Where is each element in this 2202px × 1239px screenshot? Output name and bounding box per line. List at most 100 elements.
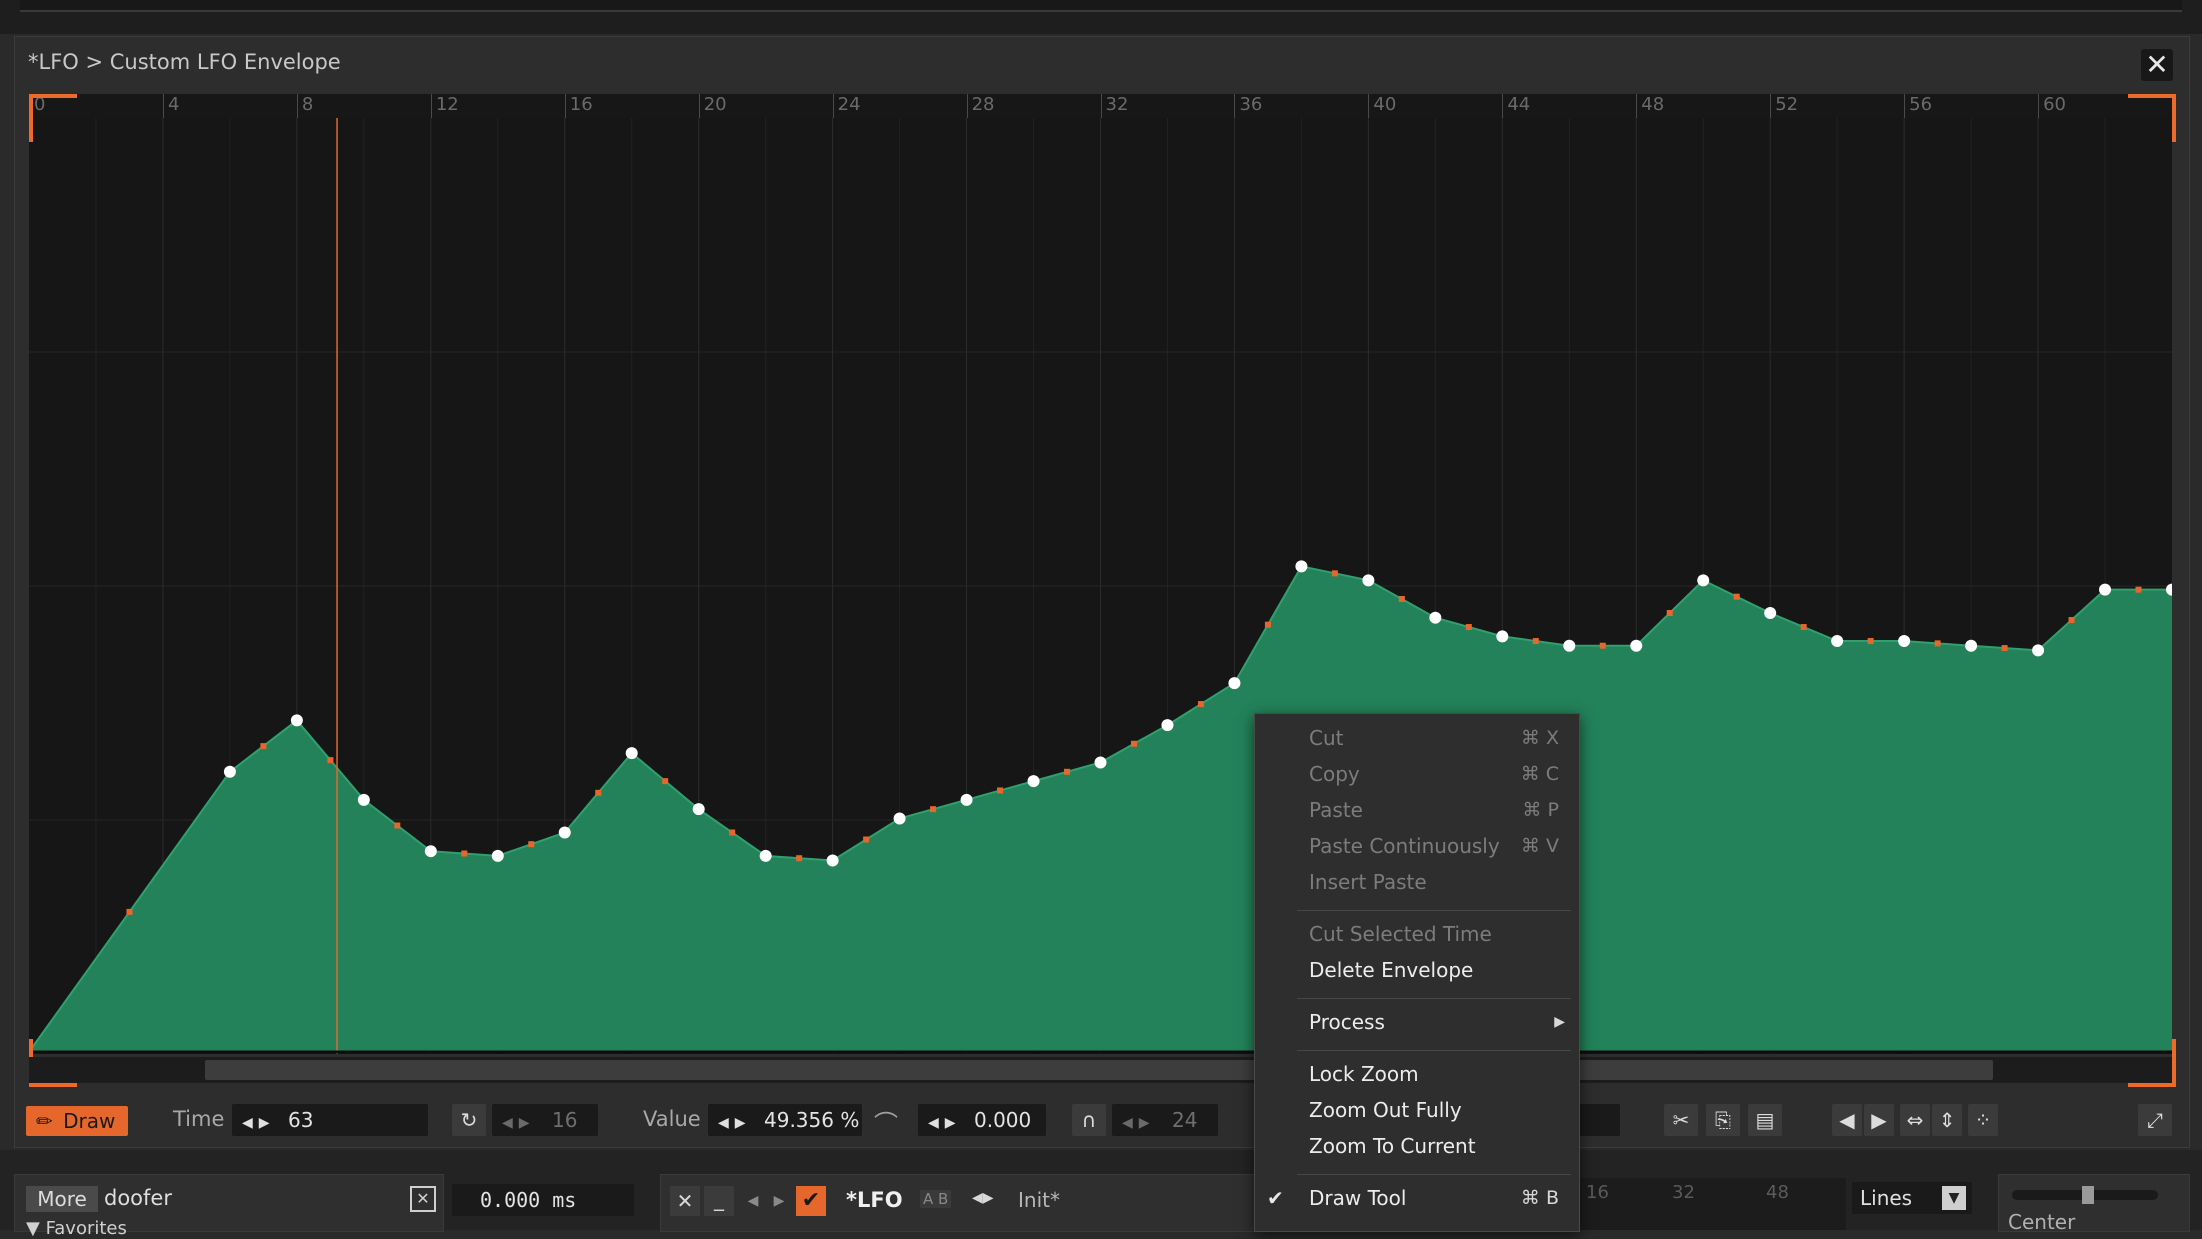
envelope-point[interactable]: [1027, 775, 1040, 788]
envelope-point[interactable]: [223, 765, 236, 778]
curve-handle[interactable]: [1867, 638, 1874, 645]
curve-handle[interactable]: [1599, 642, 1606, 649]
preset-nav-icon[interactable]: ◀▶: [972, 1190, 994, 1206]
envelope-point[interactable]: [558, 826, 571, 839]
envelope-point[interactable]: [491, 849, 504, 862]
curve-handle[interactable]: [930, 806, 937, 813]
envelope-point[interactable]: [625, 747, 638, 760]
curve-handle[interactable]: [1666, 610, 1673, 617]
delay-field[interactable]: 0.000 ms: [452, 1184, 634, 1216]
collapse-icon[interactable]: _: [704, 1186, 734, 1216]
curve-handle[interactable]: [2068, 617, 2075, 624]
curve-handle[interactable]: [461, 850, 468, 857]
curve-handle[interactable]: [1934, 640, 1941, 647]
envelope-point[interactable]: [357, 793, 370, 806]
more-button[interactable]: More: [26, 1186, 98, 1212]
curve-handle[interactable]: [260, 743, 267, 750]
center-slider-thumb[interactable]: [2082, 1186, 2094, 1204]
next-icon[interactable]: ▶: [766, 1186, 792, 1216]
envelope-point[interactable]: [960, 793, 973, 806]
grid-snap-toggle-icon[interactable]: ↻: [452, 1104, 486, 1136]
value-field[interactable]: ◀▶ 49.356 %: [708, 1104, 862, 1136]
time-field[interactable]: ◀▶ 63: [232, 1104, 428, 1136]
curve-handle[interactable]: [1532, 638, 1539, 645]
envelope-point[interactable]: [424, 845, 437, 858]
paste-icon[interactable]: ▤: [1748, 1104, 1782, 1136]
nudge-left-icon[interactable]: ◀: [1832, 1104, 1862, 1136]
envelope-point[interactable]: [1697, 574, 1710, 587]
prev-icon[interactable]: ◀: [740, 1186, 766, 1216]
loop-end-bracket[interactable]: [2128, 94, 2176, 142]
envelope-point[interactable]: [1295, 560, 1308, 573]
stretch-horizontal-icon[interactable]: ⇔: [1900, 1104, 1930, 1136]
curve-handle[interactable]: [327, 757, 334, 764]
horizontal-scrollbar[interactable]: [29, 1057, 2172, 1083]
envelope-point[interactable]: [1362, 574, 1375, 587]
stepper-arrows-icon[interactable]: ◀▶: [928, 1115, 962, 1131]
envelope-point[interactable]: [1496, 630, 1509, 643]
time-ruler[interactable]: 0 4 8 12 16 20 24 28 32 36 40 44 48 52 56 60: [29, 94, 2172, 118]
envelope-point[interactable]: [692, 803, 705, 816]
mode-dropdown[interactable]: Lines ▼: [1852, 1182, 1972, 1214]
envelope-point[interactable]: [826, 854, 839, 867]
expand-icon[interactable]: ⤢: [2138, 1104, 2172, 1136]
randomize-icon[interactable]: ⁘: [1968, 1104, 1998, 1136]
stretch-vertical-icon[interactable]: ⇕: [1932, 1104, 1962, 1136]
curve-handle[interactable]: [1465, 624, 1472, 631]
envelope-point[interactable]: [893, 812, 906, 825]
envelope-point[interactable]: [1228, 677, 1241, 690]
mini-envelope-preview[interactable]: 16 32 48: [1580, 1178, 1846, 1230]
copy-icon[interactable]: ⎘: [1706, 1104, 1740, 1136]
curve-handle[interactable]: [528, 841, 535, 848]
stepper-arrows-icon[interactable]: ◀▶: [718, 1115, 752, 1131]
envelope-point[interactable]: [290, 714, 303, 727]
curve-handle[interactable]: [997, 787, 1004, 794]
magnet-icon[interactable]: ∩: [1072, 1104, 1106, 1136]
envelope-point[interactable]: [1831, 635, 1844, 648]
curve-handle[interactable]: [1331, 570, 1338, 577]
hidden-field[interactable]: [1578, 1104, 1620, 1136]
preset-name[interactable]: Init*: [1018, 1188, 1060, 1212]
envelope-point[interactable]: [2099, 583, 2112, 596]
curve-handle[interactable]: [1733, 593, 1740, 600]
stepper-arrows-icon[interactable]: ◀▶: [1122, 1115, 1156, 1131]
scissors-icon[interactable]: ✂: [1664, 1104, 1698, 1136]
draw-tool-button[interactable]: ✏ Draw: [26, 1106, 128, 1136]
curve-handle[interactable]: [1130, 740, 1137, 747]
curve-handle[interactable]: [796, 855, 803, 862]
grid-field[interactable]: ◀▶ 16: [492, 1104, 598, 1136]
envelope-point[interactable]: [1764, 607, 1777, 620]
curve-handle[interactable]: [2001, 645, 2008, 652]
curve-shape-icon[interactable]: ⌒: [874, 1104, 906, 1138]
remove-device-icon[interactable]: ✕: [670, 1186, 700, 1216]
device-enabled-checkbox[interactable]: ✔: [796, 1186, 826, 1216]
envelope-point[interactable]: [1898, 635, 1911, 648]
curve-handle[interactable]: [1800, 624, 1807, 631]
envelope-point[interactable]: [1630, 639, 1643, 652]
loop-start-bracket[interactable]: [29, 94, 77, 142]
envelope-point[interactable]: [1429, 611, 1442, 624]
clear-icon[interactable]: ✕: [410, 1186, 436, 1212]
curve-handle[interactable]: [394, 822, 401, 829]
step-field[interactable]: ◀▶ 24: [1112, 1104, 1218, 1136]
curve-handle[interactable]: [729, 829, 736, 836]
envelope-point[interactable]: [1965, 639, 1978, 652]
curve-handle[interactable]: [595, 789, 602, 796]
stepper-arrows-icon[interactable]: ◀▶: [242, 1115, 276, 1131]
curve-handle[interactable]: [2135, 586, 2142, 593]
envelope-point[interactable]: [1161, 719, 1174, 732]
nudge-right-icon[interactable]: ▶: [1864, 1104, 1894, 1136]
curve-handle[interactable]: [662, 778, 669, 785]
curve-field[interactable]: ◀▶ 0.000: [918, 1104, 1046, 1136]
ab-compare[interactable]: A B: [920, 1190, 952, 1208]
scrollbar-thumb[interactable]: [205, 1060, 1993, 1080]
curve-handle[interactable]: [126, 908, 133, 915]
center-slider[interactable]: [2012, 1186, 2158, 1204]
close-button[interactable]: ✕: [2141, 49, 2173, 81]
stepper-arrows-icon[interactable]: ◀▶: [502, 1115, 536, 1131]
curve-handle[interactable]: [1064, 768, 1071, 775]
envelope-point[interactable]: [2032, 644, 2045, 657]
envelope-editor[interactable]: [29, 118, 2172, 1054]
curve-handle[interactable]: [863, 836, 870, 843]
envelope-point[interactable]: [1094, 756, 1107, 769]
